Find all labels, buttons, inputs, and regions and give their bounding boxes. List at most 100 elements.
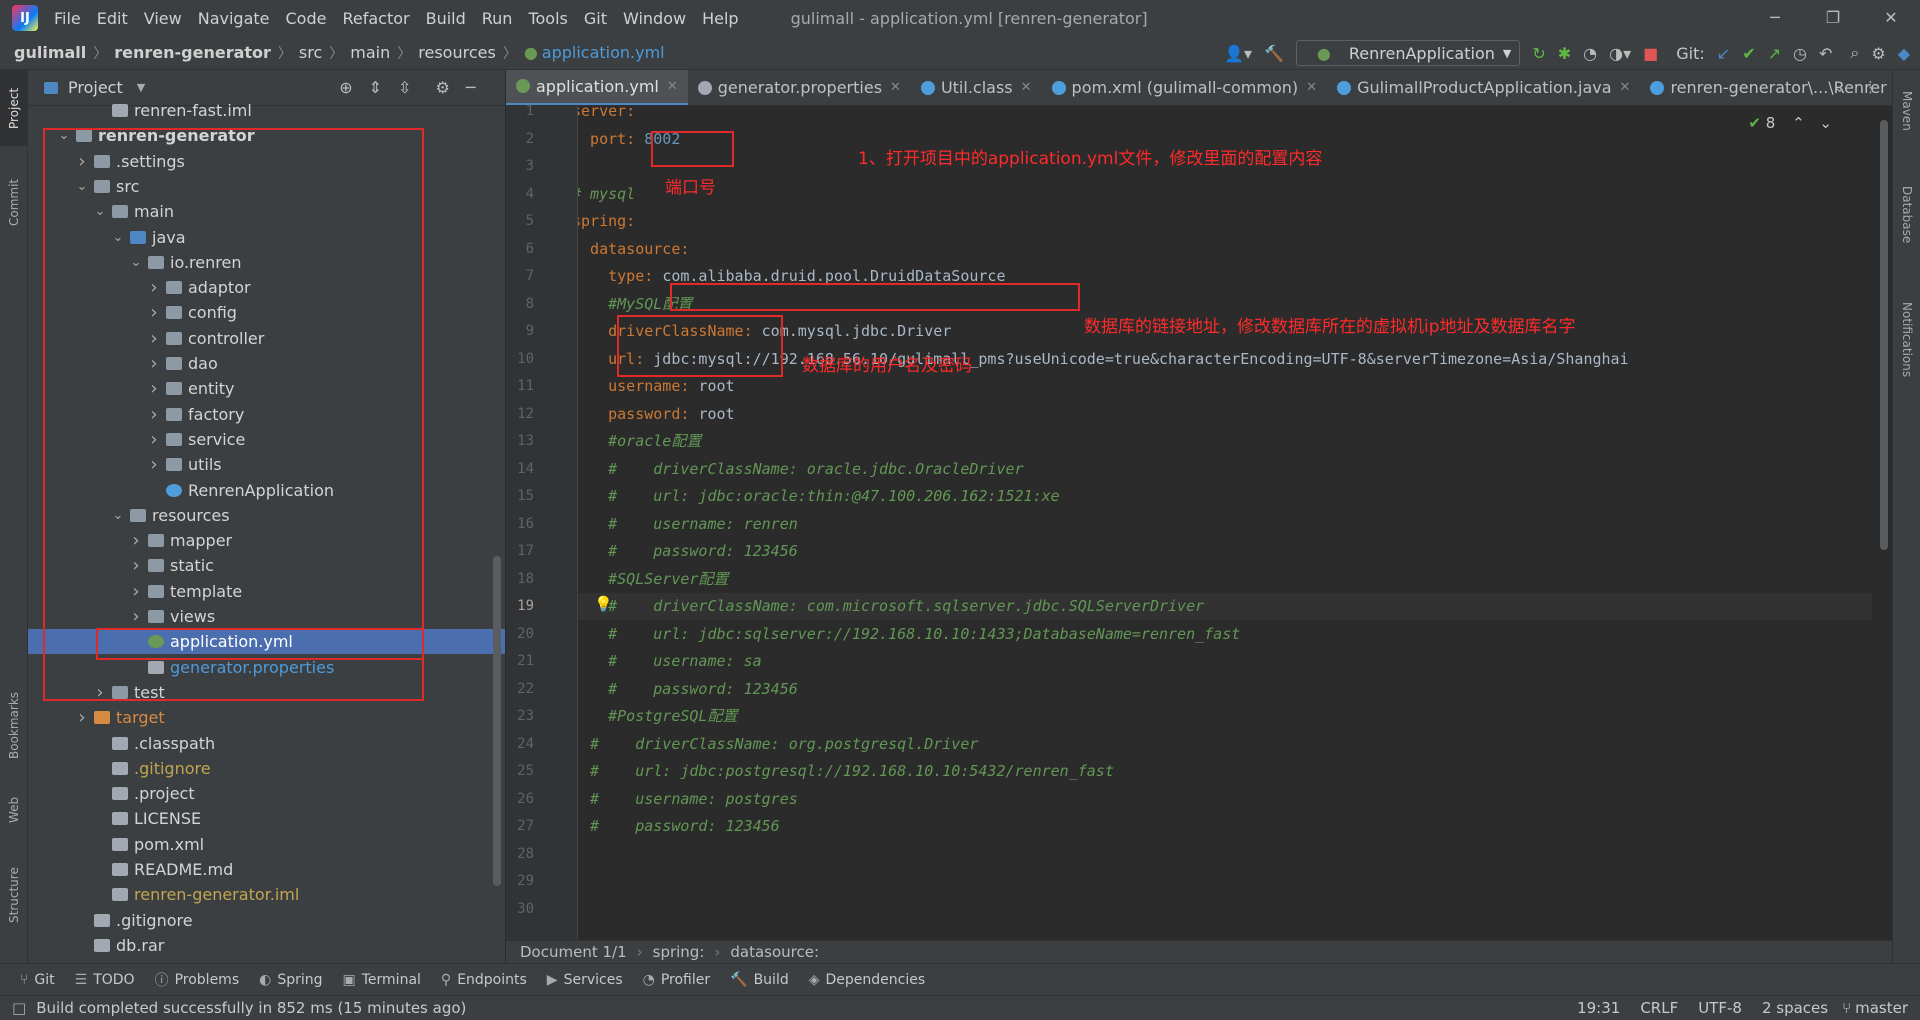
tree-item[interactable]: › test xyxy=(28,680,505,705)
notifications-tool-tab[interactable]: Notifications xyxy=(1893,280,1920,400)
tree-item[interactable]: ⌄ src xyxy=(28,174,505,199)
tree-item[interactable]: generator.properties xyxy=(28,655,505,680)
close-tab-icon[interactable]: ✕ xyxy=(1306,80,1317,95)
chevron-right-icon[interactable]: › xyxy=(128,606,144,627)
more-tabs-icon[interactable]: ⋮ xyxy=(1863,78,1878,96)
tool-window-todo[interactable]: ☰ TODO xyxy=(75,972,135,988)
tool-window-endpoints[interactable]: ⚲ Endpoints xyxy=(441,972,527,988)
tool-window-problems[interactable]: ⓘ Problems xyxy=(155,970,240,990)
web-tool-tab[interactable]: Web xyxy=(0,782,28,838)
gear-icon[interactable]: ⚙ xyxy=(435,78,449,97)
close-tab-icon[interactable]: ✕ xyxy=(1620,80,1631,95)
chevron-right-icon[interactable]: › xyxy=(146,328,162,349)
tree-item[interactable]: .gitignore xyxy=(28,756,505,781)
hide-panel-icon[interactable]: ─ xyxy=(466,78,476,97)
editor-tab[interactable]: pom.xml (gulimall-common) ✕ xyxy=(1042,70,1328,105)
build-hammer-icon[interactable]: 🔨 xyxy=(1264,44,1284,63)
coverage-icon[interactable]: ◔ xyxy=(1583,44,1597,63)
tree-item[interactable]: › adaptor xyxy=(28,275,505,300)
breadcrumb-item[interactable]: application.yml xyxy=(542,43,665,62)
menu-item-code[interactable]: Code xyxy=(286,9,327,28)
git-push-icon[interactable]: ↗ xyxy=(1768,44,1781,63)
tree-item[interactable]: › utils xyxy=(28,452,505,477)
breadcrumb-item[interactable]: main xyxy=(350,43,390,62)
chevron-down-icon[interactable]: ⌄ xyxy=(1819,114,1832,132)
yaml-path-datasource[interactable]: datasource: xyxy=(730,943,819,961)
caret-position[interactable]: 19:31 xyxy=(1577,999,1620,1017)
menu-item-help[interactable]: Help xyxy=(702,9,738,28)
chevron-right-icon[interactable]: › xyxy=(128,581,144,602)
stop-icon[interactable]: ■ xyxy=(1643,44,1658,63)
chevron-right-icon[interactable]: › xyxy=(128,555,144,576)
editor-tab[interactable]: renren-generator\...\Renrer✕ xyxy=(1640,70,1892,105)
tree-item[interactable]: › template xyxy=(28,579,505,604)
tree-item[interactable]: › .settings xyxy=(28,149,505,174)
menu-item-navigate[interactable]: Navigate xyxy=(198,9,270,28)
code-view[interactable]: server: port: 8002 # mysql spring: datasou… xyxy=(578,106,1878,940)
structure-tool-tab[interactable]: Structure xyxy=(0,850,28,940)
maven-tool-tab[interactable]: Maven xyxy=(1893,76,1920,146)
chevron-down-icon[interactable]: ⌄ xyxy=(92,204,108,219)
tree-item[interactable]: ⌄ resources xyxy=(28,503,505,528)
restore-icon[interactable]: ❐ xyxy=(1804,0,1862,36)
tree-item[interactable]: RenrenApplication xyxy=(28,478,505,503)
search-icon[interactable]: ⌕ xyxy=(1850,43,1859,63)
user-icon[interactable]: 👤▾ xyxy=(1224,44,1252,63)
chevron-right-icon[interactable]: › xyxy=(74,707,90,728)
chevron-down-icon[interactable]: ⌄ xyxy=(110,508,126,523)
chevron-right-icon[interactable]: › xyxy=(146,429,162,450)
lightbulb-icon[interactable]: 💡 xyxy=(594,595,613,613)
yaml-path-spring[interactable]: spring: xyxy=(653,943,705,961)
chevron-down-icon[interactable]: ▼ xyxy=(137,81,145,94)
chevron-down-icon[interactable]: ⌄ xyxy=(128,255,144,270)
database-tool-tab[interactable]: Database xyxy=(1893,170,1920,260)
tree-item[interactable]: ⌄ java xyxy=(28,225,505,250)
tool-window-services[interactable]: ▶ Services xyxy=(547,972,623,988)
collapse-all-icon[interactable]: ⇳ xyxy=(398,78,411,97)
chevron-right-icon[interactable]: › xyxy=(146,378,162,399)
tool-window-profiler[interactable]: ◔ Profiler xyxy=(643,972,711,988)
tree-item[interactable]: › entity xyxy=(28,376,505,401)
chevron-down-icon[interactable]: ⌄ xyxy=(56,128,72,143)
menu-item-build[interactable]: Build xyxy=(426,9,466,28)
chevron-right-icon[interactable]: › xyxy=(92,682,108,703)
tree-item[interactable]: ⌄ main xyxy=(28,199,505,224)
line-separator[interactable]: CRLF xyxy=(1640,999,1678,1017)
git-branch[interactable]: master xyxy=(1855,999,1908,1017)
debug-icon[interactable]: ✱ xyxy=(1558,44,1571,63)
breadcrumb-item[interactable]: src xyxy=(299,43,322,62)
menu-item-tools[interactable]: Tools xyxy=(528,9,567,28)
menu-item-window[interactable]: Window xyxy=(623,9,686,28)
tree-item[interactable]: › service xyxy=(28,427,505,452)
menu-item-file[interactable]: File xyxy=(54,9,81,28)
close-tab-icon[interactable]: ✕ xyxy=(890,80,901,95)
editor-tab[interactable]: GulimallProductApplication.java ✕ xyxy=(1327,70,1640,105)
chevron-right-icon[interactable]: › xyxy=(146,277,162,298)
chevron-down-icon[interactable]: ⌄ xyxy=(74,179,90,194)
gear-icon[interactable]: ⚙ xyxy=(1871,44,1885,63)
chevron-right-icon[interactable]: › xyxy=(146,353,162,374)
chevron-right-icon[interactable]: › xyxy=(128,530,144,551)
menu-item-view[interactable]: View xyxy=(144,9,182,28)
chevron-right-icon[interactable]: › xyxy=(146,404,162,425)
bookmarks-tool-tab[interactable]: Bookmarks xyxy=(0,680,28,770)
tree-item[interactable]: db.rar xyxy=(28,933,505,958)
tree-item[interactable]: ⌄ renren-generator xyxy=(28,123,505,148)
indent-setting[interactable]: 2 spaces xyxy=(1762,999,1828,1017)
history-icon[interactable]: ◷ xyxy=(1793,44,1807,63)
run-configuration-select[interactable]: ● RenrenApplication ▼ xyxy=(1295,40,1521,66)
profile-icon[interactable]: ◑▾ xyxy=(1609,44,1631,63)
chevron-right-icon[interactable]: › xyxy=(146,454,162,475)
tool-window-dependencies[interactable]: ◈ Dependencies xyxy=(809,972,925,988)
tree-item[interactable]: › config xyxy=(28,300,505,325)
build-status-message[interactable]: Build completed successfully in 852 ms (… xyxy=(36,999,466,1017)
close-tab-icon[interactable]: ✕ xyxy=(667,79,678,94)
chevron-down-icon[interactable]: ⌄ xyxy=(1833,78,1846,96)
rollback-icon[interactable]: ↶ xyxy=(1819,44,1832,63)
breadcrumb-item[interactable]: gulimall xyxy=(14,43,86,62)
tool-window-terminal[interactable]: ▣ Terminal xyxy=(343,972,421,988)
git-update-icon[interactable]: ↙ xyxy=(1717,44,1730,63)
git-commit-icon[interactable]: ✔ xyxy=(1742,44,1755,63)
tree-item[interactable]: › static xyxy=(28,553,505,578)
project-tool-tab[interactable]: Project xyxy=(0,70,28,146)
